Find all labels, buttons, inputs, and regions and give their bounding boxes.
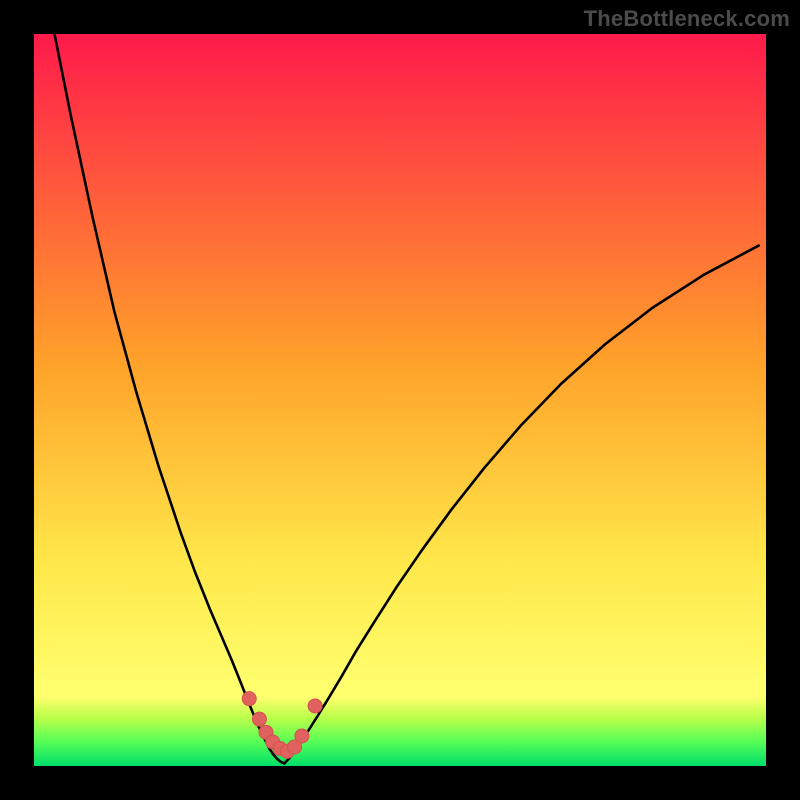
chart-stage: TheBottleneck.com: [0, 0, 800, 800]
watermark-text: TheBottleneck.com: [584, 6, 790, 32]
marker-1: [252, 712, 266, 726]
marker-7: [295, 729, 309, 743]
gradient-background: [34, 34, 766, 766]
marker-0: [242, 692, 256, 706]
marker-8: [308, 699, 322, 713]
plot-svg: [34, 34, 766, 766]
plot-area: [34, 34, 766, 766]
